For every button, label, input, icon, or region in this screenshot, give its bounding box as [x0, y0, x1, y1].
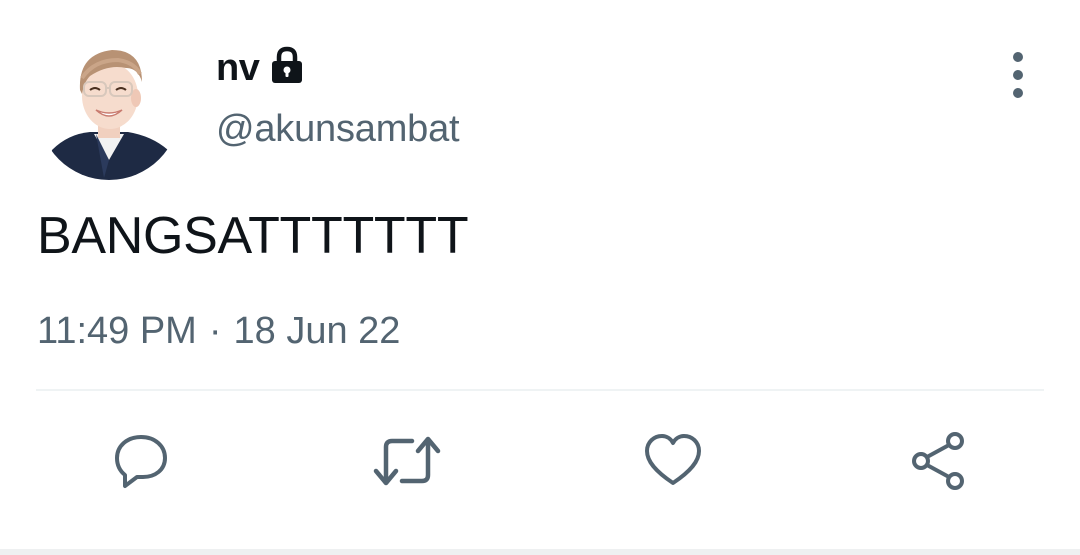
author-name-row: nv — [216, 42, 307, 94]
more-vertical-icon-dot — [1013, 88, 1023, 98]
avatar[interactable] — [38, 38, 180, 180]
retweet-icon — [373, 436, 441, 486]
share-icon — [912, 432, 964, 490]
profile-photo — [38, 38, 180, 180]
divider — [36, 389, 1044, 391]
reply-button[interactable] — [106, 426, 176, 496]
display-name[interactable]: nv — [216, 47, 260, 90]
like-button[interactable] — [638, 426, 708, 496]
tweet-action-bar — [0, 426, 1080, 496]
tweet-time: 11:49 PM — [37, 310, 197, 352]
tweet-timestamp[interactable]: 11:49 PM · 18 Jun 22 — [37, 310, 400, 353]
more-vertical-icon — [1013, 52, 1023, 62]
lock-icon — [272, 46, 303, 83]
timestamp-separator: · — [208, 310, 222, 352]
retweet-button[interactable] — [372, 426, 442, 496]
more-vertical-icon-dot — [1013, 70, 1023, 80]
user-handle[interactable]: @akunsambat — [216, 108, 460, 151]
heart-icon — [645, 434, 701, 485]
tweet-text: BANGSATTTTTTT — [37, 207, 469, 265]
reply-icon — [115, 435, 167, 488]
tweet-date: 18 Jun 22 — [233, 310, 401, 352]
bottom-border — [0, 549, 1080, 555]
more-options-button[interactable] — [996, 52, 1040, 98]
share-button[interactable] — [904, 426, 974, 496]
